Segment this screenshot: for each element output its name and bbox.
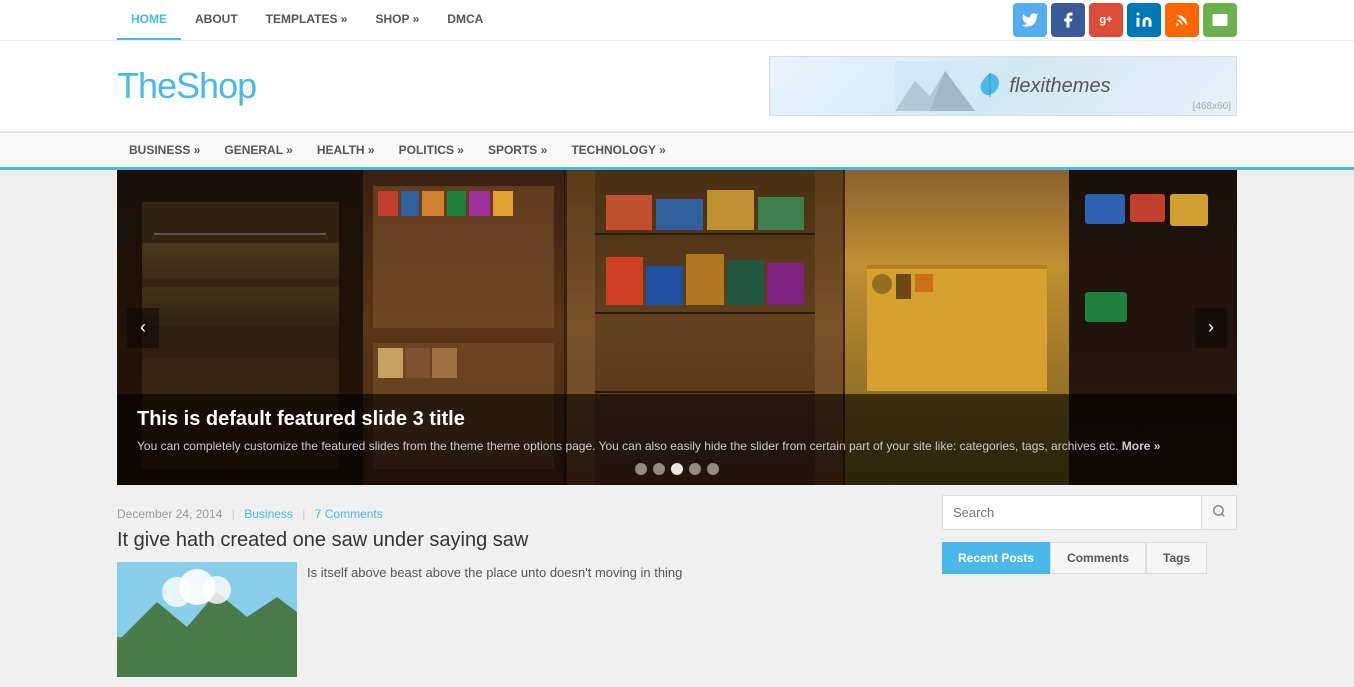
search-input[interactable] — [943, 496, 1201, 529]
rss-icon[interactable] — [1165, 3, 1199, 37]
category-technology[interactable]: TECHNOLOGY » — [559, 133, 677, 167]
sidebar: Recent Posts Comments Tags — [942, 495, 1237, 677]
category-business[interactable]: BUSINESS » — [117, 133, 212, 167]
slider-next-button[interactable]: › — [1195, 308, 1227, 348]
tab-recent-posts[interactable]: Recent Posts — [942, 542, 1050, 574]
tab-tags[interactable]: Tags — [1146, 542, 1207, 574]
ad-logo-text: flexithemes — [1009, 75, 1110, 98]
ad-mountain-graphic — [895, 61, 975, 111]
post-meta: December 24, 2014 | Business | 7 Comment… — [117, 507, 922, 521]
nav-item-dmca[interactable]: DMCA — [433, 0, 497, 38]
site-logo[interactable]: TheShop — [117, 65, 256, 107]
tab-comments[interactable]: Comments — [1050, 542, 1146, 574]
categories-nav: BUSINESS » GENERAL » HEALTH » POLITICS »… — [117, 133, 1237, 167]
slider-description: You can completely customize the feature… — [137, 437, 1217, 455]
search-box — [942, 495, 1237, 530]
slider-dot-3[interactable] — [671, 463, 683, 475]
main-content: December 24, 2014 | Business | 7 Comment… — [117, 495, 922, 677]
nav-item-shop[interactable]: SHOP » — [361, 0, 433, 38]
facebook-icon[interactable] — [1051, 3, 1085, 37]
slider-dot-4[interactable] — [689, 463, 701, 475]
search-button[interactable] — [1201, 496, 1236, 529]
category-health[interactable]: HEALTH » — [305, 133, 387, 167]
post-comments[interactable]: 7 Comments — [315, 507, 383, 521]
top-navigation: HOME ABOUT TEMPLATES » SHOP » DMCA — [117, 0, 497, 40]
ad-size-label: [468x60] — [1193, 101, 1231, 112]
slider-prev-button[interactable]: ‹ — [127, 308, 159, 348]
category-general[interactable]: GENERAL » — [212, 133, 304, 167]
nav-item-templates[interactable]: TEMPLATES » — [252, 0, 362, 38]
slider-title: This is default featured slide 3 title — [137, 408, 1217, 431]
featured-slider: ‹ › This is default featured slide 3 tit… — [117, 170, 1237, 485]
sidebar-tabs: Recent Posts Comments Tags — [942, 542, 1237, 574]
post-category[interactable]: Business — [244, 507, 293, 521]
slider-dot-2[interactable] — [653, 463, 665, 475]
google-plus-icon[interactable]: g+ — [1089, 3, 1123, 37]
post-date: December 24, 2014 — [117, 507, 222, 521]
slider-dot-5[interactable] — [707, 463, 719, 475]
email-icon[interactable] — [1203, 3, 1237, 37]
nav-item-home[interactable]: HOME — [117, 0, 181, 40]
slider-more-link[interactable]: More » — [1122, 439, 1161, 453]
linkedin-icon[interactable] — [1127, 3, 1161, 37]
post-excerpt: Is itself above beast above the place un… — [307, 562, 922, 584]
social-icons-group: g+ — [1013, 3, 1237, 37]
slider-dot-1[interactable] — [635, 463, 647, 475]
twitter-icon[interactable] — [1013, 3, 1047, 37]
flexi-leaf-icon — [975, 71, 1005, 101]
post-thumbnail — [117, 562, 297, 677]
slider-dots — [635, 463, 719, 475]
category-sports[interactable]: SPORTS » — [476, 133, 559, 167]
ad-banner[interactable]: flexithemes [468x60] — [769, 56, 1237, 116]
nav-item-about[interactable]: ABOUT — [181, 0, 252, 38]
post-title-link[interactable]: It give hath created one saw under sayin… — [117, 529, 528, 551]
search-icon — [1212, 504, 1226, 518]
category-politics[interactable]: POLITICS » — [387, 133, 476, 167]
